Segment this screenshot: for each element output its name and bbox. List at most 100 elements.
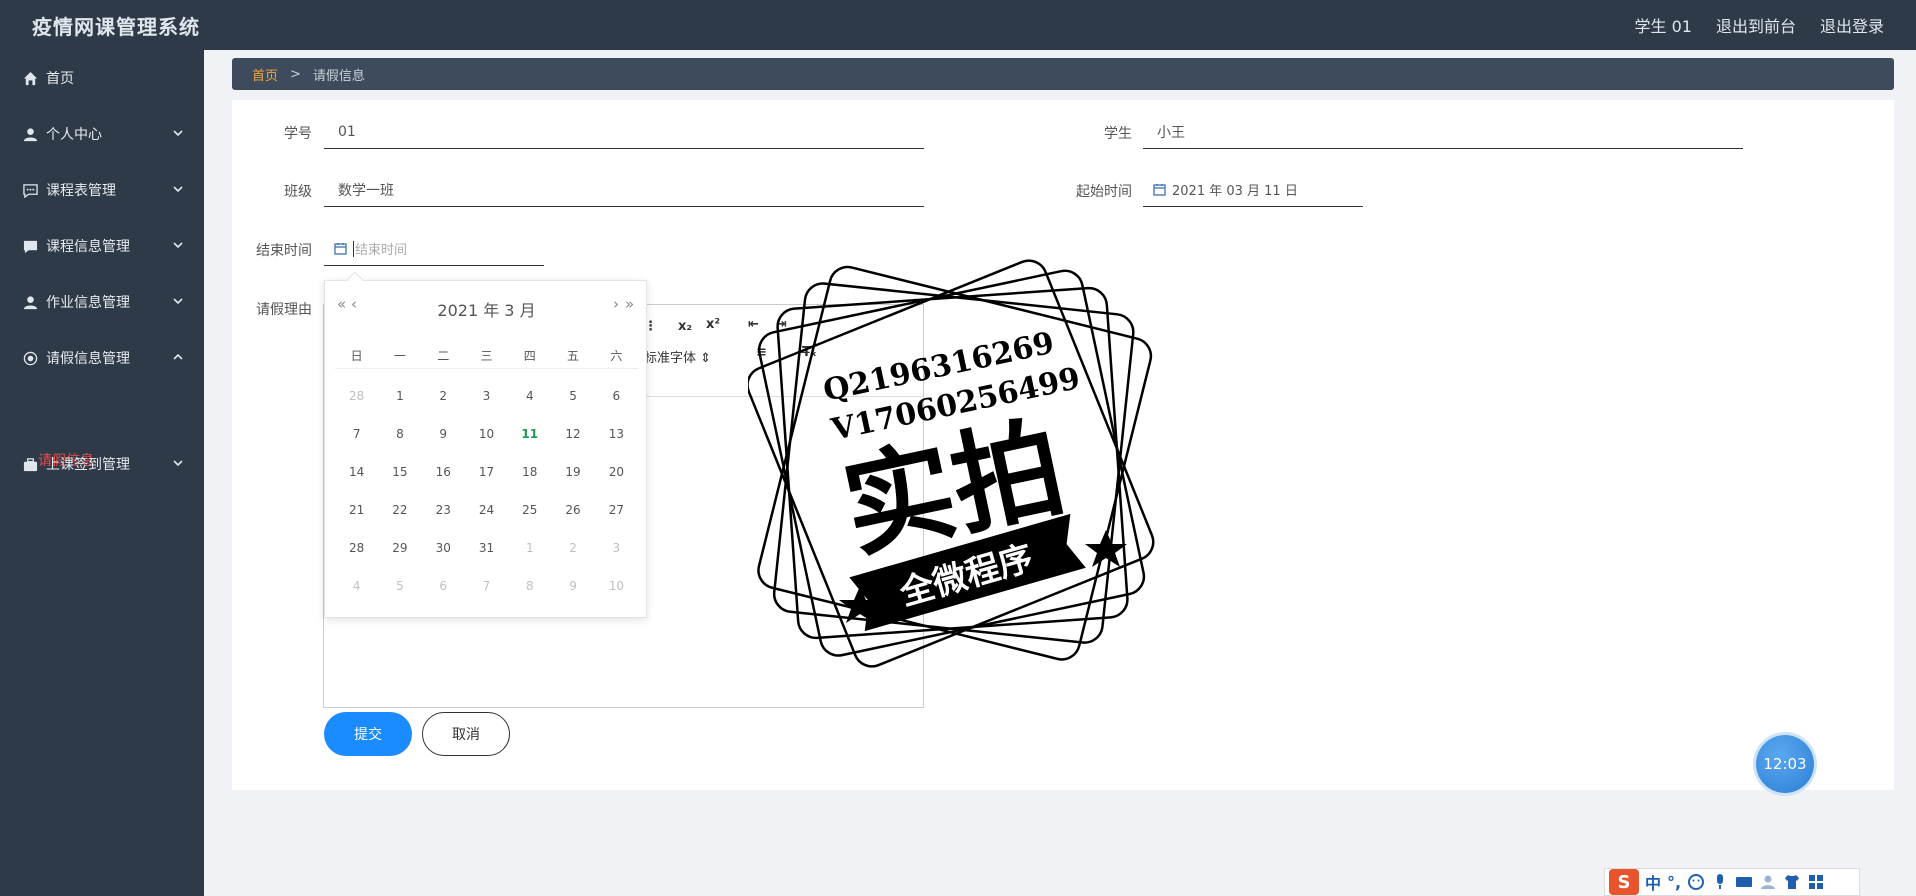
- day-cell[interactable]: 17: [465, 465, 508, 479]
- day-cell[interactable]: 7: [335, 427, 378, 441]
- day-cell[interactable]: 8: [378, 427, 421, 441]
- reason-label: 请假理由: [256, 302, 312, 318]
- day-cell[interactable]: 27: [595, 503, 638, 517]
- next-year-button[interactable]: »: [625, 295, 634, 313]
- current-user-link[interactable]: 学生 01: [1635, 13, 1692, 37]
- day-cell[interactable]: 5: [551, 389, 594, 403]
- day-cell[interactable]: 10: [595, 579, 638, 593]
- day-cell[interactable]: 30: [422, 541, 465, 555]
- day-cell[interactable]: 6: [595, 389, 638, 403]
- day-cell[interactable]: 20: [595, 465, 638, 479]
- student-no-input[interactable]: [324, 115, 924, 149]
- day-cell[interactable]: 22: [378, 503, 421, 517]
- ime-punct[interactable]: °,: [1667, 873, 1681, 892]
- sidebar-item-course-info[interactable]: 课程信息管理: [0, 226, 204, 266]
- font-select[interactable]: 标准字体 ⇕: [644, 347, 711, 366]
- date-picker-popup: « ‹ 2021 年 3 月 › » 日 一 二 三 四 五 六 28 1 2 …: [324, 271, 648, 618]
- day-cell[interactable]: 18: [508, 465, 551, 479]
- date-grid: 28 1 2 3 4 5 6 7 8 9 10 11 12 13 14 15 1…: [335, 377, 638, 605]
- ime-mode[interactable]: 中: [1645, 870, 1661, 894]
- next-month-button[interactable]: ›: [613, 295, 619, 313]
- day-cell[interactable]: 14: [335, 465, 378, 479]
- day-cell[interactable]: 12: [551, 427, 594, 441]
- day-cell[interactable]: 28: [335, 389, 378, 403]
- chevron-down-icon: [172, 239, 184, 251]
- exit-to-front-link[interactable]: 退出到前台: [1716, 13, 1796, 37]
- student-input[interactable]: [1143, 115, 1743, 149]
- weekday-label: 五: [567, 349, 580, 363]
- week-row: 28 29 30 31 1 2 3: [335, 529, 638, 567]
- day-cell[interactable]: 9: [551, 579, 594, 593]
- stamp-graphic: Q2196316269 V17060256499 实拍 全微程序: [746, 259, 1155, 668]
- week-row: 14 15 16 17 18 19 20: [335, 453, 638, 491]
- day-cell[interactable]: 5: [378, 579, 421, 593]
- day-cell[interactable]: 3: [595, 541, 638, 555]
- day-cell[interactable]: 31: [465, 541, 508, 555]
- calendar-icon: [1153, 183, 1166, 196]
- day-cell[interactable]: 26: [551, 503, 594, 517]
- day-cell[interactable]: 1: [378, 389, 421, 403]
- day-cell[interactable]: 19: [551, 465, 594, 479]
- chevron-down-icon: [172, 183, 184, 195]
- sidebar-item-homework[interactable]: 作业信息管理: [0, 282, 204, 322]
- clock-widget[interactable]: 12:03: [1756, 735, 1814, 793]
- weekday-label: 三: [480, 349, 493, 363]
- day-cell[interactable]: 1: [508, 541, 551, 555]
- logout-link[interactable]: 退出登录: [1820, 13, 1884, 37]
- week-row: 4 5 6 7 8 9 10: [335, 567, 638, 605]
- emoji-icon[interactable]: [1687, 873, 1705, 891]
- day-cell[interactable]: 24: [465, 503, 508, 517]
- day-cell[interactable]: 7: [465, 579, 508, 593]
- date-picker-header: « ‹ 2021 年 3 月 › »: [325, 295, 648, 321]
- end-time-input[interactable]: 结束时间: [324, 232, 544, 266]
- top-bar: 疫情网课管理系统 学生 01 退出到前台 退出登录: [0, 0, 1916, 50]
- day-cell[interactable]: 6: [422, 579, 465, 593]
- microphone-icon[interactable]: [1711, 873, 1729, 891]
- shirt-icon[interactable]: [1783, 873, 1801, 891]
- superscript-icon[interactable]: x²: [706, 317, 720, 332]
- grid-icon[interactable]: [1807, 873, 1825, 891]
- chevron-down-icon: [172, 457, 184, 469]
- sidebar: 首页 个人中心 课程表管理 课程信息管理 作业信息管理 请假信息管理 请假信息 …: [0, 50, 204, 896]
- submit-button[interactable]: 提交: [324, 712, 412, 756]
- chevron-down-icon: [172, 295, 184, 307]
- day-cell-today[interactable]: 11: [508, 427, 551, 441]
- day-cell[interactable]: 29: [378, 541, 421, 555]
- star-icon: [1085, 530, 1127, 567]
- cancel-button[interactable]: 取消: [422, 712, 510, 756]
- day-cell[interactable]: 25: [508, 503, 551, 517]
- day-cell[interactable]: 16: [422, 465, 465, 479]
- start-time-input[interactable]: 2021 年 03 月 11 日: [1143, 173, 1363, 207]
- subscript-icon[interactable]: x₂: [678, 319, 692, 334]
- sidebar-item-attendance[interactable]: 上课签到管理: [0, 444, 204, 484]
- day-cell[interactable]: 9: [422, 427, 465, 441]
- day-cell[interactable]: 23: [422, 503, 465, 517]
- day-cell[interactable]: 21: [335, 503, 378, 517]
- day-cell[interactable]: 2: [551, 541, 594, 555]
- breadcrumb: 首页 > 请假信息: [232, 58, 1894, 90]
- start-time-value: 2021 年 03 月 11 日: [1172, 184, 1298, 199]
- day-cell[interactable]: 28: [335, 541, 378, 555]
- day-cell[interactable]: 13: [595, 427, 638, 441]
- sidebar-item-personal-center[interactable]: 个人中心: [0, 114, 204, 154]
- breadcrumb-home-link[interactable]: 首页: [252, 65, 278, 84]
- user-icon[interactable]: [1759, 873, 1777, 891]
- day-cell[interactable]: 10: [465, 427, 508, 441]
- day-cell[interactable]: 4: [508, 389, 551, 403]
- day-cell[interactable]: 4: [335, 579, 378, 593]
- class-input[interactable]: [324, 173, 924, 207]
- sidebar-item-leave[interactable]: 请假信息管理: [0, 338, 204, 378]
- class-label: 班级: [284, 184, 312, 200]
- sogou-logo-icon[interactable]: S: [1609, 869, 1639, 895]
- week-row: 21 22 23 24 25 26 27: [335, 491, 638, 529]
- keyboard-icon[interactable]: [1735, 873, 1753, 891]
- date-picker-title[interactable]: 2021 年 3 月: [325, 297, 648, 321]
- sidebar-item-home[interactable]: 首页: [0, 58, 204, 98]
- day-cell[interactable]: 15: [378, 465, 421, 479]
- end-time-label: 结束时间: [256, 243, 312, 259]
- sidebar-item-schedule[interactable]: 课程表管理: [0, 170, 204, 210]
- day-cell[interactable]: 2: [422, 389, 465, 403]
- day-cell[interactable]: 8: [508, 579, 551, 593]
- day-cell[interactable]: 3: [465, 389, 508, 403]
- breadcrumb-current: 请假信息: [312, 68, 365, 84]
